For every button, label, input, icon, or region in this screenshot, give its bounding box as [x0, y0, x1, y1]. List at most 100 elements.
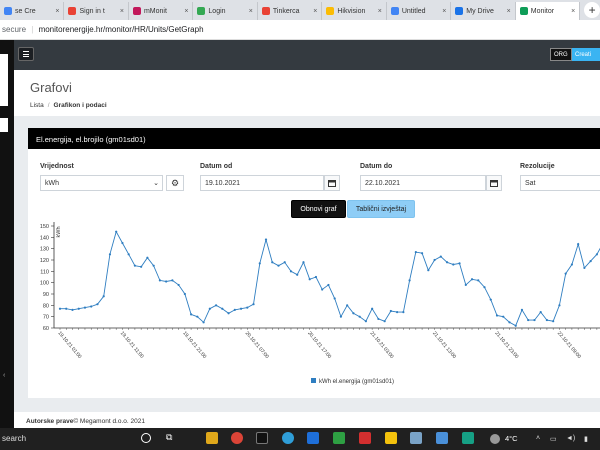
data-point: [214, 304, 218, 307]
battery-icon[interactable]: ▮: [584, 435, 588, 443]
taskbar-search[interactable]: search: [2, 434, 26, 443]
close-icon[interactable]: ×: [249, 8, 253, 15]
data-point: [308, 278, 311, 281]
sticky-notes-icon[interactable]: [385, 432, 397, 444]
data-point: [58, 307, 62, 310]
org-button[interactable]: ORG: [550, 48, 572, 61]
y-tick-label: 140: [40, 235, 49, 241]
data-point: [277, 264, 280, 267]
close-icon[interactable]: ×: [313, 8, 317, 15]
y-tick-label: 150: [40, 224, 49, 230]
excel-icon[interactable]: [333, 432, 345, 444]
y-tick-label: 70: [43, 315, 49, 321]
new-tab-button[interactable]: +: [584, 2, 600, 18]
browser-tab[interactable]: Untitled ×: [387, 2, 452, 20]
data-point: [83, 306, 87, 309]
close-icon[interactable]: ×: [378, 8, 382, 15]
series-line: [60, 230, 600, 327]
x-tick-label: 20.10.21 07:00: [244, 330, 270, 360]
data-point: [252, 303, 255, 306]
browser-tab[interactable]: Monitor ×: [515, 2, 581, 20]
breadcrumb-item-list[interactable]: Lista: [30, 102, 44, 109]
data-point: [115, 230, 118, 233]
task-view-icon[interactable]: ⧉: [166, 432, 178, 444]
sidebar-logo: [0, 54, 8, 106]
data-point: [71, 308, 74, 311]
browser-tab[interactable]: se Cre ×: [0, 2, 65, 20]
x-tick-label: 22.10.21 09:00: [556, 330, 582, 360]
weather-icon[interactable]: [490, 434, 500, 444]
close-icon[interactable]: ×: [507, 8, 511, 15]
network-icon[interactable]: ▭: [550, 435, 557, 443]
data-point: [196, 315, 199, 318]
terminal-icon[interactable]: [256, 432, 268, 444]
data-point: [564, 272, 567, 275]
data-point: [321, 288, 324, 291]
x-tick-label: 21.10.21 23:00: [493, 330, 519, 360]
data-point: [339, 315, 343, 318]
data-point: [302, 261, 305, 264]
graph-card: El.energija, el.brojilo (gm01sd01) Vrije…: [28, 128, 600, 398]
url-text[interactable]: monitorenergije.hr/monitor/HR/Units/GetG…: [39, 25, 204, 34]
browser-tab[interactable]: mMonit ×: [129, 2, 194, 20]
footer-copyright-text: © Megamont d.o.o. 2021: [73, 418, 145, 425]
data-point: [246, 306, 249, 309]
menu-line: [23, 56, 29, 57]
edge-icon[interactable]: [282, 432, 294, 444]
close-icon[interactable]: ×: [55, 8, 59, 15]
chevron-up-icon[interactable]: ˄: [536, 435, 540, 442]
data-point: [433, 258, 436, 262]
data-point: [258, 262, 261, 265]
menu-line: [23, 51, 29, 52]
data-point: [420, 252, 424, 255]
ie-icon[interactable]: [307, 432, 319, 444]
chrome-icon[interactable]: [231, 432, 243, 444]
chevron-left-icon[interactable]: ‹: [3, 372, 5, 379]
browser-tab[interactable]: Login ×: [193, 2, 258, 20]
data-point: [502, 315, 505, 318]
data-point: [189, 313, 193, 316]
tab-favicon-icon: [455, 7, 464, 15]
x-tick-label: 19.10.21 01:00: [56, 330, 82, 360]
data-point: [533, 318, 536, 322]
close-icon[interactable]: ×: [120, 8, 124, 15]
y-tick-label: 110: [40, 269, 49, 275]
taskbar-weather[interactable]: 4°C: [505, 434, 518, 443]
tab-label: mMonit: [143, 7, 167, 15]
browser-tab[interactable]: My Drive ×: [451, 2, 516, 20]
volume-icon[interactable]: ◄): [566, 435, 575, 442]
data-point: [558, 304, 561, 307]
data-point: [133, 264, 137, 267]
browser-tab[interactable]: Sign in t ×: [64, 2, 129, 20]
browser-tab[interactable]: Hikvision ×: [322, 2, 387, 20]
browser-tab-strip: se Cre × Sign in t × mMonit × Login × Tinkerca × H…: [0, 0, 600, 20]
browser-tab[interactable]: Tinkerca ×: [258, 2, 323, 20]
app-icon[interactable]: [359, 432, 371, 444]
data-point: [489, 298, 492, 301]
app-icon[interactable]: [462, 432, 474, 444]
close-icon[interactable]: ×: [184, 8, 188, 15]
app-icon[interactable]: [410, 432, 422, 444]
hamburger-menu-button[interactable]: [18, 47, 34, 61]
app-navbar: ORG Creati: [14, 40, 600, 70]
file-explorer-icon[interactable]: [206, 432, 218, 444]
data-point: [65, 307, 68, 310]
sidebar-item[interactable]: [0, 118, 8, 132]
data-point: [427, 269, 430, 272]
close-icon[interactable]: ×: [571, 8, 575, 15]
address-bar[interactable]: secure | monitorenergije.hr/monitor/HR/U…: [0, 20, 600, 40]
tab-favicon-icon: [390, 7, 399, 15]
data-point: [165, 280, 168, 283]
footer-copyright-bold: Autorske prave: [26, 418, 74, 425]
data-point: [346, 304, 349, 307]
create-button[interactable]: Creati: [572, 48, 600, 61]
tab-favicon-icon: [4, 7, 12, 15]
data-point: [402, 311, 405, 314]
data-point: [452, 263, 455, 266]
photos-icon[interactable]: [436, 432, 448, 444]
close-icon[interactable]: ×: [442, 8, 446, 15]
cortana-icon[interactable]: [141, 433, 151, 443]
data-point: [90, 305, 93, 308]
data-point: [545, 318, 549, 322]
breadcrumb-separator: /: [47, 102, 50, 109]
